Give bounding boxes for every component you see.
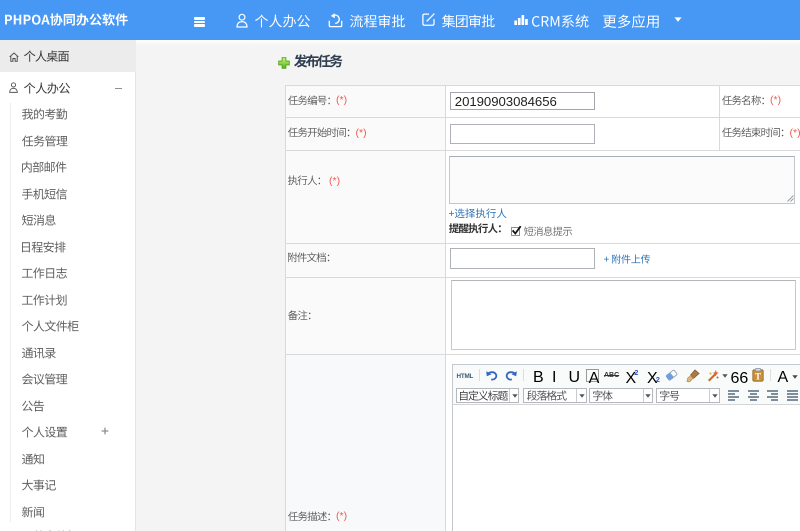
svg-text:T: T [754, 371, 760, 381]
